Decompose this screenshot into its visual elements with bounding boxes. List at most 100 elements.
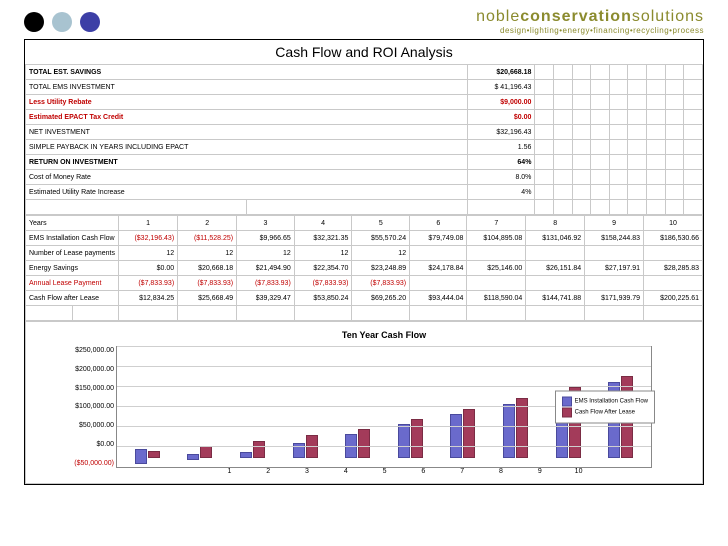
brand-logo: nobleconservationsolutions design•lighti… (476, 8, 704, 35)
x-tick: 2 (249, 468, 288, 475)
row-value (585, 276, 644, 291)
row-label: Cash Flow after Lease (26, 291, 119, 306)
row-value: $53,850.24 (294, 291, 352, 306)
row-value: $104,895.08 (467, 231, 526, 246)
x-tick: 1 (210, 468, 249, 475)
year-header: 2 (178, 216, 237, 231)
bar (463, 409, 475, 458)
row-value: 12 (352, 246, 410, 261)
summary-table: TOTAL EST. SAVINGS$20,668.18TOTAL EMS IN… (25, 64, 703, 215)
bar-group (437, 347, 490, 467)
x-tick: 5 (365, 468, 404, 475)
year-header: 10 (644, 216, 703, 231)
y-tick: $150,000.00 (52, 385, 114, 392)
dot-icon (52, 12, 72, 32)
row-value (410, 246, 467, 261)
y-tick: $200,000.00 (52, 366, 114, 373)
bar (358, 429, 370, 459)
row-value: ($7,833.93) (294, 276, 352, 291)
summary-label: Less Utility Rebate (26, 95, 468, 110)
row-value: $79,749.08 (410, 231, 467, 246)
chart-title: Ten Year Cash Flow (116, 330, 652, 340)
summary-value: $ 41,196.43 (468, 80, 535, 95)
legend-item: EMS Installation Cash Flow (562, 397, 648, 407)
bar-group (121, 347, 174, 467)
row-label: Number of Lease payments (26, 246, 119, 261)
chart-container: Ten Year Cash Flow $250,000.00$200,000.0… (25, 321, 703, 484)
bar (450, 414, 462, 458)
chart-legend: EMS Installation Cash FlowCash Flow Afte… (555, 391, 655, 424)
row-label: EMS Installation Cash Flow (26, 231, 119, 246)
summary-label: Estimated Utility Rate Increase (26, 185, 468, 200)
year-header: 6 (410, 216, 467, 231)
row-value: $158,244.83 (585, 231, 644, 246)
x-tick: 10 (559, 468, 598, 475)
bar (148, 451, 160, 458)
row-value: 12 (178, 246, 237, 261)
x-tick: 7 (443, 468, 482, 475)
summary-label: SIMPLE PAYBACK IN YEARS INCLUDING EPACT (26, 140, 468, 155)
summary-value: $32,196.43 (468, 125, 535, 140)
brand-tagline: design•lighting•energy•financing•recycli… (476, 26, 704, 35)
years-label: Years (26, 216, 119, 231)
summary-label: NET INVESTMENT (26, 125, 468, 140)
row-value: $200,225.61 (644, 291, 703, 306)
bar (187, 454, 199, 461)
bar-group (279, 347, 332, 467)
row-value: $24,178.84 (410, 261, 467, 276)
years-table: Years12345678910EMS Installation Cash Fl… (25, 215, 703, 321)
summary-value: 4% (468, 185, 535, 200)
year-header: 5 (352, 216, 410, 231)
row-value: $55,570.24 (352, 231, 410, 246)
row-value (410, 276, 467, 291)
bar (253, 441, 265, 459)
row-value: $23,248.89 (352, 261, 410, 276)
row-value: $118,590.04 (467, 291, 526, 306)
year-header: 4 (294, 216, 352, 231)
row-value (467, 276, 526, 291)
row-value: $93,444.04 (410, 291, 467, 306)
year-header: 7 (467, 216, 526, 231)
year-header: 1 (119, 216, 178, 231)
row-value: $39,329.47 (237, 291, 295, 306)
bar (135, 449, 147, 464)
row-value: ($7,833.93) (119, 276, 178, 291)
y-tick: ($50,000.00) (52, 460, 114, 467)
summary-value: 1.56 (468, 140, 535, 155)
row-label: Annual Lease Payment (26, 276, 119, 291)
x-tick: 3 (288, 468, 327, 475)
row-value (526, 276, 585, 291)
row-value: $69,265.20 (352, 291, 410, 306)
bar-group (384, 347, 437, 467)
row-value: $22,354.70 (294, 261, 352, 276)
chart-plot: $250,000.00$200,000.00$150,000.00$100,00… (116, 346, 652, 468)
y-tick: $0.00 (52, 441, 114, 448)
row-value: $25,146.00 (467, 261, 526, 276)
row-value: $27,197.91 (585, 261, 644, 276)
row-value: ($32,196.43) (119, 231, 178, 246)
bar (200, 446, 212, 458)
row-value: $9,966.65 (237, 231, 295, 246)
row-value (526, 246, 585, 261)
row-value (644, 276, 703, 291)
row-value: ($7,833.93) (237, 276, 295, 291)
row-value (585, 246, 644, 261)
bar (503, 404, 515, 458)
year-header: 3 (237, 216, 295, 231)
row-value: $131,046.92 (526, 231, 585, 246)
summary-value: $0.00 (468, 110, 535, 125)
row-value: $171,939.79 (585, 291, 644, 306)
y-axis: $250,000.00$200,000.00$150,000.00$100,00… (52, 347, 114, 467)
summary-label: Estimated EPACT Tax Credit (26, 110, 468, 125)
row-label: Energy Savings (26, 261, 119, 276)
row-value (644, 246, 703, 261)
year-header: 8 (526, 216, 585, 231)
bar-group (174, 347, 227, 467)
row-value (467, 246, 526, 261)
row-value: $186,530.66 (644, 231, 703, 246)
legend-item: Cash Flow After Lease (562, 408, 648, 418)
row-value: $21,494.90 (237, 261, 295, 276)
x-axis: 12345678910 (116, 468, 652, 475)
summary-value: $20,668.18 (468, 65, 535, 80)
row-value: $28,285.83 (644, 261, 703, 276)
